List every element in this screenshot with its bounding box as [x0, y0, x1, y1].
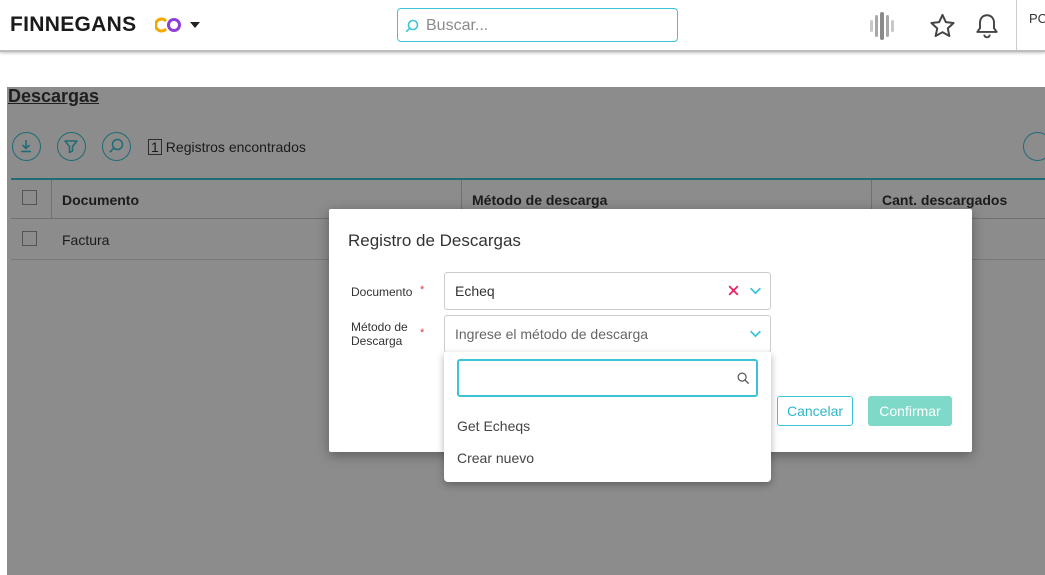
voice-assistant-icon[interactable]: [866, 9, 900, 43]
required-mark: *: [420, 284, 425, 296]
global-search-input[interactable]: [424, 14, 668, 38]
documento-select[interactable]: Echeq: [444, 272, 771, 310]
chevron-down-icon[interactable]: [749, 329, 762, 339]
brand-logo-icon: [155, 17, 181, 33]
brand-name[interactable]: FINNEGANS: [10, 13, 136, 37]
search-icon: [737, 372, 750, 385]
user-initials: PC: [1029, 11, 1045, 26]
metodo-descarga-select[interactable]: Ingrese el método de descarga: [444, 315, 771, 353]
bell-icon[interactable]: [974, 12, 1000, 40]
top-bar: FINNEGANS PC: [0, 0, 1045, 52]
chevron-down-icon[interactable]: [749, 286, 762, 296]
dialog-title: Registro de Descargas: [348, 231, 521, 250]
metodo-label-line2: Descarga: [351, 334, 403, 348]
global-search[interactable]: [397, 8, 678, 42]
metodo-label: Método de Descarga: [351, 320, 408, 348]
clear-icon[interactable]: [727, 284, 740, 297]
dropdown-search-input[interactable]: [465, 369, 729, 387]
cancel-button[interactable]: Cancelar: [777, 396, 853, 426]
brand-dropdown-icon[interactable]: [190, 22, 200, 28]
confirm-button[interactable]: Confirmar: [868, 396, 952, 426]
dropdown-option-get-echeqs[interactable]: Get Echeqs: [457, 418, 530, 434]
metodo-label-line1: Método de: [351, 320, 408, 334]
metodo-dropdown-panel: Get Echeqs Crear nuevo: [444, 352, 771, 482]
user-menu[interactable]: PC: [1016, 0, 1045, 50]
star-icon[interactable]: [928, 12, 957, 40]
required-mark: *: [420, 327, 425, 339]
dropdown-option-crear-nuevo[interactable]: Crear nuevo: [457, 450, 534, 466]
dropdown-search[interactable]: [457, 359, 758, 397]
search-icon: [405, 19, 419, 33]
metodo-placeholder: Ingrese el método de descarga: [455, 326, 649, 342]
documento-value: Echeq: [455, 283, 495, 299]
documento-label: Documento: [351, 285, 413, 299]
